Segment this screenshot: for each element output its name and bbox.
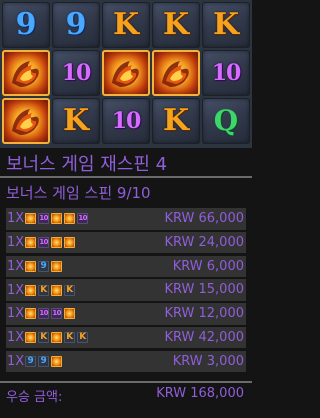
- dragon-claw-icon: [51, 284, 63, 296]
- symbol-10-label: 10: [61, 60, 92, 86]
- symbol-10-icon: 10: [38, 213, 50, 225]
- dragon-claw-icon: [51, 260, 63, 272]
- symbol-10-icon: 10: [38, 308, 50, 320]
- total-win-label: 우승 금액:: [6, 390, 63, 405]
- dragon-claw-symbol: [2, 98, 50, 144]
- divider: [0, 381, 252, 383]
- symbol-k-icon: K: [77, 332, 89, 344]
- win-amount: KRW 42,000: [164, 329, 244, 345]
- symbol-9-label: 9: [15, 7, 37, 42]
- dragon-claw-icon: [51, 237, 63, 249]
- symbol-10-label: 10: [211, 60, 242, 86]
- win-multiplier: 1X: [7, 330, 25, 346]
- win-amount: KRW 6,000: [172, 258, 244, 274]
- bonus-spin-counter: 보너스 게임 스핀 9/10: [6, 184, 151, 202]
- win-multiplier: 1X: [7, 306, 25, 322]
- symbol-k-icon: K: [64, 332, 76, 344]
- symbol-k-label: K: [162, 103, 190, 138]
- symbol-q: Q: [202, 98, 250, 144]
- dragon-claw-icon: [51, 332, 63, 344]
- win-line-row: 1X 9 9 KRW 3,000: [6, 350, 246, 373]
- symbol-k-icon: K: [64, 284, 76, 296]
- win-multiplier: 1X: [7, 282, 25, 298]
- symbol-10: 10: [52, 50, 100, 96]
- win-line-row: 1X K K KRW 15,000: [6, 279, 246, 301]
- win-multiplier: 1X: [7, 211, 25, 227]
- symbol-k-icon: K: [38, 332, 50, 344]
- win-line-row: 1X 10 KRW 24,000: [6, 231, 246, 254]
- win-amount: KRW 24,000: [164, 234, 244, 250]
- dragon-claw-icon: [25, 332, 37, 344]
- dragon-claw-icon: [25, 213, 37, 225]
- total-win-row: 우승 금액: KRW 168,000: [6, 386, 246, 405]
- bonus-respin-title: 보너스 게임 재스핀 4: [6, 154, 168, 175]
- win-amount: KRW 66,000: [164, 211, 244, 226]
- symbol-9-icon: 9: [25, 356, 37, 368]
- dragon-claw-icon: [51, 356, 63, 368]
- symbol-q-label: Q: [213, 104, 239, 137]
- win-multiplier: 1X: [7, 258, 25, 274]
- symbol-9: 9: [2, 2, 50, 48]
- symbol-k-icon: K: [38, 284, 50, 296]
- dragon-claw-icon: [51, 213, 63, 225]
- dragon-claw-icon: [64, 237, 76, 249]
- dragon-claw-icon: [25, 284, 37, 296]
- win-line-row: 1X 9 KRW 6,000: [6, 255, 246, 278]
- win-multiplier: 1X: [7, 235, 25, 251]
- dragon-claw-icon: [156, 53, 196, 93]
- win-multiplier: 1X: [7, 354, 25, 370]
- symbol-9-label: 9: [65, 7, 87, 42]
- dragon-claw-icon: [25, 237, 37, 249]
- symbol-k-label: K: [62, 103, 90, 138]
- win-amount: KRW 12,000: [164, 306, 244, 322]
- dragon-claw-symbol: [102, 50, 150, 96]
- symbol-k: K: [202, 2, 250, 48]
- symbol-k: K: [152, 2, 200, 48]
- divider: [0, 176, 252, 178]
- win-line-row: 1X 10 10 KRW 12,000: [6, 303, 246, 325]
- reel-grid: 9 9 K K K 10 10 K 10 K Q: [0, 0, 252, 148]
- symbol-9: 9: [52, 2, 100, 48]
- symbol-9-icon: 9: [38, 260, 50, 272]
- symbol-10-label: 10: [111, 108, 142, 134]
- dragon-claw-icon: [64, 213, 76, 225]
- symbol-k: K: [152, 98, 200, 144]
- dragon-claw-icon: [25, 260, 37, 272]
- dragon-claw-icon: [106, 53, 146, 93]
- dragon-claw-icon: [64, 308, 76, 320]
- symbol-10-icon: 10: [77, 213, 89, 225]
- symbol-k: K: [52, 98, 100, 144]
- win-line-row: 1X 10 10 KRW 66,000: [6, 208, 246, 230]
- total-win-amount: KRW 168,000: [156, 386, 244, 401]
- dragon-claw-icon: [6, 101, 46, 141]
- symbol-10: 10: [202, 50, 250, 96]
- symbol-k: K: [102, 2, 150, 48]
- symbol-k-label: K: [212, 7, 240, 42]
- dragon-claw-icon: [6, 53, 46, 93]
- win-amount: KRW 3,000: [172, 353, 244, 369]
- dragon-claw-symbol: [152, 50, 200, 96]
- symbol-10: 10: [102, 98, 150, 144]
- symbol-k-label: K: [112, 7, 140, 42]
- dragon-claw-symbol: [2, 50, 50, 96]
- symbol-k-label: K: [162, 7, 190, 42]
- symbol-10-icon: 10: [38, 237, 50, 249]
- symbol-9-icon: 9: [38, 356, 50, 368]
- win-amount: KRW 15,000: [164, 282, 244, 298]
- win-line-row: 1X K K K KRW 42,000: [6, 326, 246, 349]
- dragon-claw-icon: [25, 308, 37, 320]
- win-breakdown-list: 1X 10 10 KRW 66,000 1X 10 KRW 24,000 1X 9 KRW 6,0…: [6, 208, 246, 375]
- symbol-10-icon: 10: [51, 308, 63, 320]
